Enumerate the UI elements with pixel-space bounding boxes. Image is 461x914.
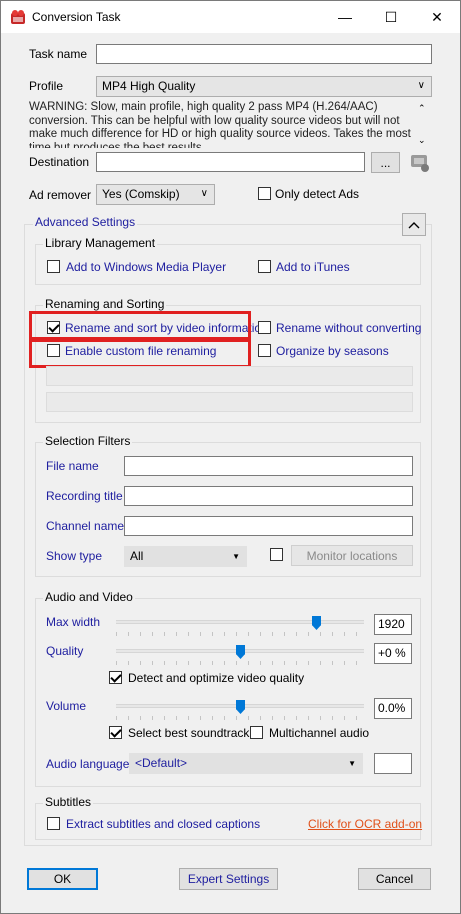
quality-thumb[interactable]: [236, 645, 245, 659]
expert-settings-button[interactable]: Expert Settings: [179, 868, 278, 890]
best-soundtrack-label: Select best soundtrack: [128, 726, 250, 740]
library-management-title: Library Management: [43, 236, 158, 250]
cancel-button[interactable]: Cancel: [358, 868, 431, 890]
detect-quality-checkbox[interactable]: [109, 671, 122, 684]
window-title: Conversion Task: [32, 10, 121, 24]
browse-button[interactable]: ...: [371, 152, 400, 173]
volume-input[interactable]: 0.0%: [374, 698, 412, 719]
channel-name-label: Channel name: [46, 519, 125, 533]
add-to-wmp-label: Add to Windows Media Player: [66, 260, 227, 274]
advanced-settings-label[interactable]: Advanced Settings: [33, 215, 138, 229]
collapse-button[interactable]: [402, 213, 426, 236]
destination-label: Destination: [29, 155, 90, 169]
caret-down-icon: ▼: [232, 552, 240, 561]
quality-slider[interactable]: [116, 642, 364, 665]
audio-language-value: <Default>: [135, 756, 188, 770]
subtitles-title: Subtitles: [43, 795, 94, 809]
custom-pattern-field[interactable]: [46, 392, 413, 412]
volume-ticks: [116, 716, 364, 720]
max-width-input[interactable]: 1920: [374, 614, 412, 635]
extract-subtitles-label: Extract subtitles and closed captions: [66, 817, 261, 831]
profile-select[interactable]: MP4 High Quality ∨: [96, 76, 432, 97]
maximize-button[interactable]: ☐: [368, 1, 414, 33]
organize-seasons-checkbox[interactable]: [258, 344, 271, 357]
recording-title-label: Recording title: [46, 489, 123, 503]
only-detect-ads-checkbox[interactable]: [258, 187, 271, 200]
caret-down-icon: ▼: [348, 759, 356, 768]
monitor-locations-button[interactable]: Monitor locations: [291, 545, 413, 566]
quality-ticks: [116, 661, 364, 665]
highlight-rename-sort: [29, 311, 251, 340]
ocr-addon-link[interactable]: Click for OCR add-on: [308, 817, 422, 831]
profile-label: Profile: [29, 79, 64, 93]
recording-title-input[interactable]: [124, 486, 413, 506]
organize-seasons-label: Organize by seasons: [276, 344, 389, 358]
conversion-task-window: Conversion Task — ☐ ✕ Task name Profile …: [0, 0, 461, 914]
volume-thumb[interactable]: [236, 700, 245, 714]
detect-quality-label: Detect and optimize video quality: [128, 671, 305, 685]
scroll-up-icon[interactable]: ⌃: [418, 103, 426, 114]
multichannel-label: Multichannel audio: [269, 726, 370, 740]
highlight-custom-renaming: [29, 339, 251, 368]
rename-pattern-field[interactable]: [46, 366, 413, 386]
minimize-button[interactable]: —: [322, 1, 368, 33]
profile-value: MP4 High Quality: [102, 79, 196, 93]
max-width-thumb[interactable]: [312, 616, 321, 630]
ok-button[interactable]: OK: [27, 868, 98, 890]
audio-language-select[interactable]: <Default> ▼: [129, 753, 363, 774]
description-scrollbar[interactable]: ⌃ ⌄: [416, 101, 430, 148]
file-name-label: File name: [46, 459, 99, 473]
max-width-slider[interactable]: [116, 613, 364, 636]
monitor-locations-checkbox[interactable]: [270, 548, 283, 561]
profile-description: WARNING: Slow, main profile, high qualit…: [29, 101, 411, 148]
quality-label: Quality: [46, 644, 84, 658]
channel-name-input[interactable]: [124, 516, 413, 536]
scroll-down-icon[interactable]: ⌄: [418, 135, 426, 146]
task-name-input[interactable]: [96, 44, 432, 64]
best-soundtrack-checkbox[interactable]: [109, 726, 122, 739]
multichannel-checkbox[interactable]: [250, 726, 263, 739]
task-name-label: Task name: [29, 47, 88, 61]
title-bar: Conversion Task — ☐ ✕: [1, 1, 460, 33]
max-width-track: [116, 620, 364, 624]
quality-input[interactable]: +0 %: [374, 643, 412, 664]
show-type-label: Show type: [46, 549, 103, 563]
audio-language-input[interactable]: [374, 753, 412, 774]
network-icon[interactable]: [407, 151, 431, 173]
renaming-sorting-title: Renaming and Sorting: [43, 297, 167, 311]
max-width-ticks: [116, 632, 364, 636]
show-type-value: All: [130, 549, 144, 563]
rename-without-converting-label: Rename without converting: [276, 321, 422, 335]
chevron-down-icon: ∨: [417, 80, 425, 91]
only-detect-ads-label: Only detect Ads: [275, 187, 360, 201]
app-icon: [10, 9, 26, 25]
selection-filters-title: Selection Filters: [43, 434, 133, 448]
add-to-wmp-checkbox[interactable]: [47, 260, 60, 273]
max-width-label: Max width: [46, 615, 101, 629]
volume-slider[interactable]: [116, 697, 364, 720]
ad-remover-value: Yes (Comskip): [102, 187, 180, 201]
rename-without-converting-checkbox[interactable]: [258, 321, 271, 334]
chevron-up-icon: [408, 221, 420, 228]
chevron-down-icon: ∨: [200, 188, 208, 199]
extract-subtitles-checkbox[interactable]: [47, 817, 60, 830]
destination-input[interactable]: [96, 152, 365, 172]
audio-language-label: Audio language: [46, 757, 130, 771]
close-button[interactable]: ✕: [414, 1, 460, 33]
add-to-itunes-checkbox[interactable]: [258, 260, 271, 273]
file-name-input[interactable]: [124, 456, 413, 476]
ad-remover-select[interactable]: Yes (Comskip) ∨: [96, 184, 215, 205]
ad-remover-label: Ad remover: [29, 188, 92, 202]
volume-label: Volume: [46, 699, 87, 713]
show-type-select[interactable]: All ▼: [124, 546, 247, 567]
add-to-itunes-label: Add to iTunes: [276, 260, 350, 274]
audio-video-title: Audio and Video: [43, 590, 135, 604]
